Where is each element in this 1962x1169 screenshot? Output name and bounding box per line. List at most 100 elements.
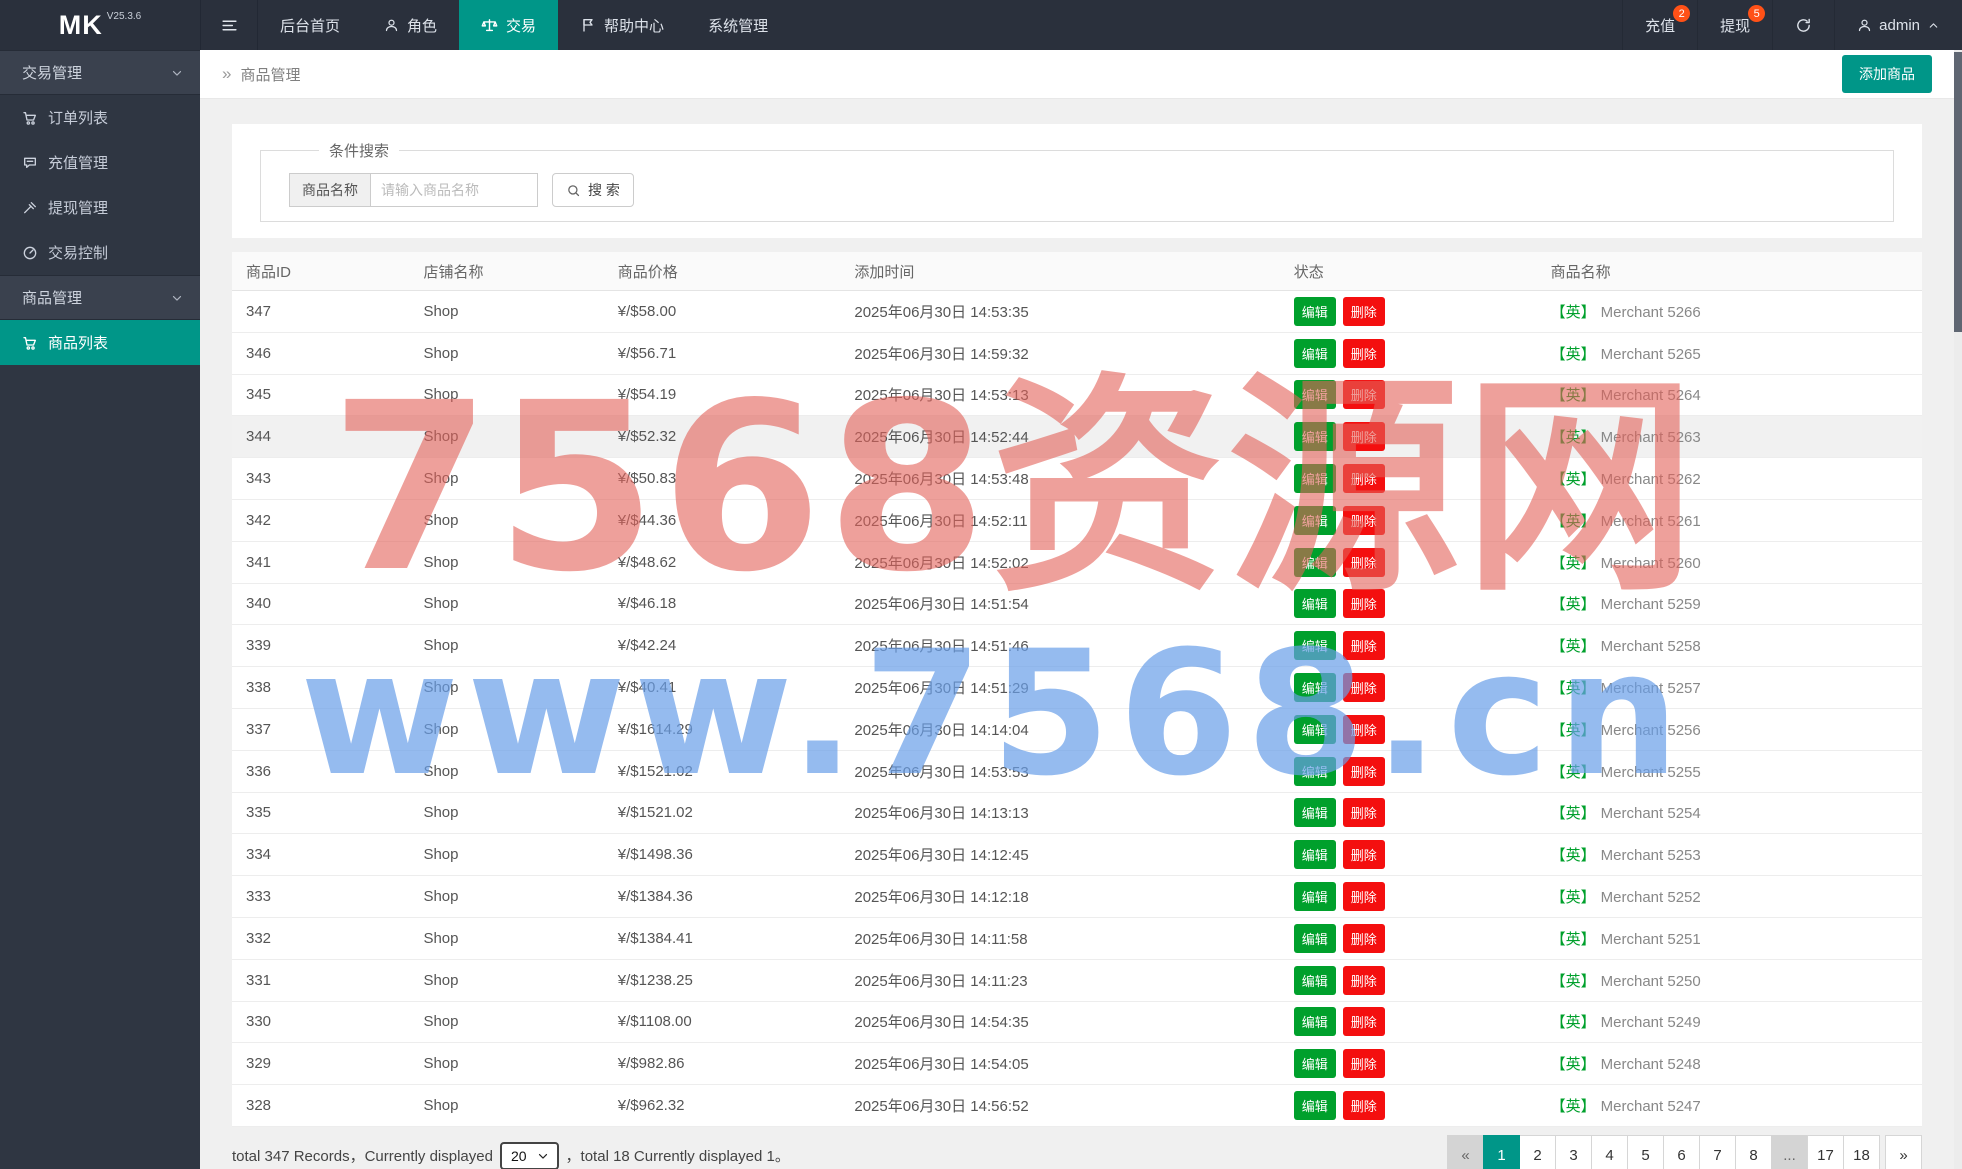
page-button[interactable]: 3 — [1555, 1134, 1592, 1169]
nav-item-roles[interactable]: 角色 — [362, 0, 459, 50]
delete-button[interactable]: 删除 — [1342, 296, 1385, 326]
edit-button[interactable]: 编辑 — [1293, 547, 1336, 577]
nav-item-help-center[interactable]: 帮助中心 — [558, 0, 686, 50]
edit-button[interactable]: 编辑 — [1293, 505, 1336, 535]
cell-shop-name: Shop — [423, 929, 459, 947]
cell-product-id: 344 — [246, 428, 272, 446]
sidebar-item-trade-control[interactable]: 交易控制 — [0, 230, 200, 275]
sidebar-toggle-button[interactable] — [201, 0, 258, 50]
cell-shop-name: Shop — [423, 888, 459, 906]
sidebar-item-recharge-mgmt[interactable]: 充值管理 — [0, 140, 200, 185]
cell-price: ¥/$1108.00 — [617, 1013, 692, 1031]
edit-button[interactable]: 编辑 — [1293, 965, 1336, 995]
delete-button[interactable]: 删除 — [1342, 338, 1385, 368]
page-button[interactable]: 7 — [1699, 1134, 1736, 1169]
page-button[interactable]: 6 — [1663, 1134, 1700, 1169]
edit-button[interactable]: 编辑 — [1293, 422, 1336, 452]
delete-button[interactable]: 删除 — [1342, 923, 1385, 953]
sidebar-group-product-mgmt[interactable]: 商品管理 — [0, 275, 200, 320]
cell-added-time: 2025年06月30日 14:53:35 — [854, 303, 1029, 321]
delete-button[interactable]: 删除 — [1342, 589, 1385, 619]
edit-button[interactable]: 编辑 — [1293, 714, 1336, 744]
edit-button[interactable]: 编辑 — [1293, 923, 1336, 953]
gavel-icon — [22, 200, 38, 216]
page-size-select[interactable]: 20 — [499, 1141, 559, 1169]
edit-button[interactable]: 编辑 — [1293, 882, 1336, 912]
table-row: 341 Shop ¥/$48.62 2025年06月30日 14:52:02 编辑 删除【… — [232, 542, 1922, 584]
recharge-nav-item[interactable]: 充值 2 — [1622, 0, 1697, 50]
sidebar-item-withdraw-mgmt[interactable]: 提现管理 — [0, 185, 200, 230]
edit-button[interactable]: 编辑 — [1293, 589, 1336, 619]
refresh-button[interactable] — [1772, 0, 1834, 50]
delete-button[interactable]: 删除 — [1342, 840, 1385, 870]
delete-button[interactable]: 删除 — [1342, 631, 1385, 661]
app-logo[interactable]: MK V25.3.6 — [0, 0, 201, 50]
delete-button[interactable]: 删除 — [1342, 1049, 1385, 1079]
cell-product-name: 【英】 Merchant 5261 — [1537, 510, 1922, 531]
cell-product-name: 【英】 Merchant 5250 — [1537, 970, 1922, 991]
delete-button[interactable]: 删除 — [1342, 422, 1385, 452]
delete-button[interactable]: 删除 — [1342, 882, 1385, 912]
nav-item-trade[interactable]: 交易 — [459, 0, 559, 50]
page-button[interactable]: 18 — [1843, 1134, 1880, 1169]
cell-product-id: 331 — [246, 971, 272, 989]
cell-status: 编辑 删除 — [1280, 296, 1537, 326]
product-name-text: Merchant 5263 — [1600, 429, 1701, 447]
scrollbar[interactable] — [1954, 50, 1962, 1169]
add-product-button[interactable]: 添加商品 — [1842, 55, 1932, 93]
edit-button[interactable]: 编辑 — [1293, 1049, 1336, 1079]
delete-button[interactable]: 删除 — [1342, 1091, 1385, 1121]
cell-product-id: 340 — [246, 595, 272, 613]
nav-item-dashboard[interactable]: 后台首页 — [258, 0, 362, 50]
delete-button[interactable]: 删除 — [1342, 756, 1385, 786]
page-button[interactable]: 5 — [1627, 1134, 1664, 1169]
lang-tag: 【英】 — [1550, 1014, 1596, 1032]
edit-button[interactable]: 编辑 — [1293, 380, 1336, 410]
delete-button[interactable]: 删除 — [1342, 380, 1385, 410]
user-menu[interactable]: admin — [1834, 0, 1962, 50]
page-button[interactable]: 8 — [1735, 1134, 1772, 1169]
page-button[interactable]: 2 — [1519, 1134, 1556, 1169]
product-name-input[interactable] — [370, 173, 538, 207]
delete-button[interactable]: 删除 — [1342, 505, 1385, 535]
column-header: 商品ID — [246, 263, 292, 281]
delete-button[interactable]: 删除 — [1342, 673, 1385, 703]
edit-button[interactable]: 编辑 — [1293, 631, 1336, 661]
sidebar-item-product-list[interactable]: 商品列表 — [0, 320, 200, 365]
delete-button[interactable]: 删除 — [1342, 464, 1385, 494]
edit-button[interactable]: 编辑 — [1293, 464, 1336, 494]
page-button[interactable]: 17 — [1807, 1134, 1844, 1169]
chevron-down-icon — [170, 291, 184, 305]
cell-shop-name: Shop — [423, 679, 459, 697]
edit-button[interactable]: 编辑 — [1293, 756, 1336, 786]
delete-button[interactable]: 删除 — [1342, 965, 1385, 995]
edit-button[interactable]: 编辑 — [1293, 1007, 1336, 1037]
nav-item-system[interactable]: 系统管理 — [686, 0, 790, 50]
sidebar-group-trade-mgmt[interactable]: 交易管理 — [0, 50, 200, 95]
edit-button[interactable]: 编辑 — [1293, 1091, 1336, 1121]
page-button[interactable]: ... — [1771, 1134, 1808, 1169]
edit-button[interactable]: 编辑 — [1293, 798, 1336, 828]
sidebar-item-order-list[interactable]: 订单列表 — [0, 95, 200, 140]
delete-button[interactable]: 删除 — [1342, 714, 1385, 744]
delete-button[interactable]: 删除 — [1342, 1007, 1385, 1037]
cell-added-time: 2025年06月30日 14:52:11 — [854, 512, 1028, 530]
version-label: V25.3.6 — [106, 11, 142, 22]
edit-button[interactable]: 编辑 — [1293, 338, 1336, 368]
page-button[interactable]: 1 — [1483, 1134, 1520, 1169]
scrollbar-thumb[interactable] — [1954, 52, 1962, 332]
search-button[interactable]: 搜 索 — [552, 173, 634, 207]
product-name-text: Merchant 5251 — [1600, 930, 1701, 948]
page-size-value: 20 — [510, 1147, 527, 1164]
edit-button[interactable]: 编辑 — [1293, 673, 1336, 703]
page-button[interactable]: » — [1885, 1134, 1922, 1169]
cell-added-time: 2025年06月30日 14:53:53 — [854, 763, 1029, 781]
page-button[interactable]: 4 — [1591, 1134, 1628, 1169]
table-row: 334 Shop ¥/$1498.36 2025年06月30日 14:12:45 编辑删… — [232, 834, 1922, 877]
delete-button[interactable]: 删除 — [1342, 547, 1385, 577]
edit-button[interactable]: 编辑 — [1293, 296, 1336, 326]
page-button[interactable]: « — [1447, 1134, 1484, 1169]
delete-button[interactable]: 删除 — [1342, 798, 1385, 828]
withdraw-nav-item[interactable]: 提现 5 — [1697, 0, 1772, 50]
edit-button[interactable]: 编辑 — [1293, 840, 1336, 870]
